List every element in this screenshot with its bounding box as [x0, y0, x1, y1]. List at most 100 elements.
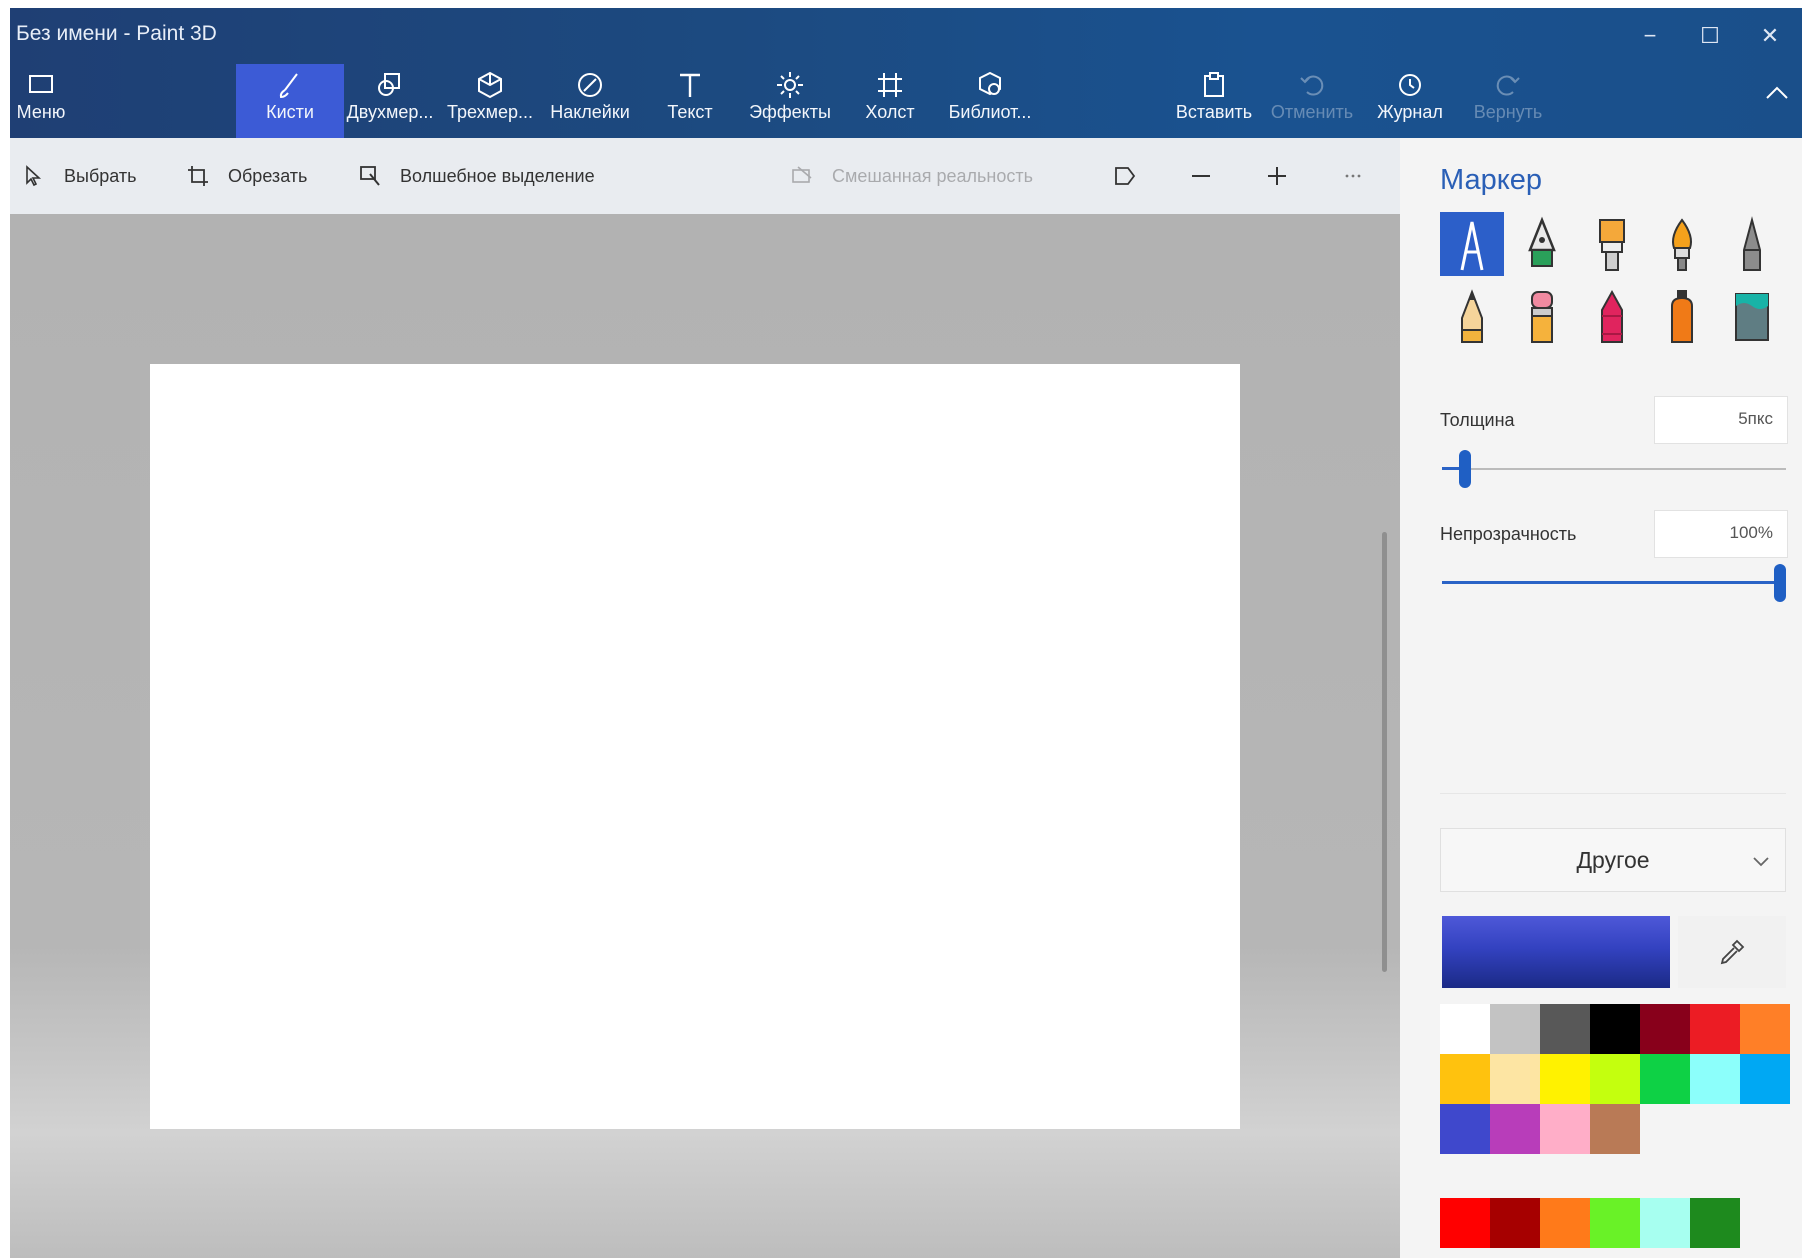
ribbon: Без имени - Paint 3D − ☐ ✕ Меню Кисти Дв…	[10, 8, 1802, 138]
brush-watercolor[interactable]	[1650, 212, 1714, 276]
mixed-reality-icon	[792, 166, 812, 183]
brush-marker[interactable]	[1440, 212, 1504, 276]
color-swatch[interactable]	[1590, 1198, 1640, 1248]
magic-select-button[interactable]: Волшебное выделение	[358, 138, 595, 214]
panel-divider	[1440, 793, 1786, 794]
brush-oil[interactable]	[1580, 212, 1644, 276]
color-swatch[interactable]	[1690, 1198, 1740, 1248]
collapse-ribbon-button[interactable]	[1752, 64, 1802, 138]
brush-crayon[interactable]	[1580, 284, 1644, 348]
mixed-reality-label: Смешанная реальность	[832, 165, 1033, 186]
brush-pencil[interactable]	[1440, 284, 1504, 348]
thickness-input[interactable]: 5пкс	[1654, 396, 1788, 444]
color-swatch[interactable]	[1440, 1198, 1490, 1248]
color-swatch[interactable]	[1640, 1198, 1690, 1248]
opacity-slider-thumb[interactable]	[1774, 564, 1786, 602]
color-swatch[interactable]	[1490, 1054, 1540, 1104]
watercolor-icon	[1672, 218, 1692, 271]
undo-button[interactable]: Отменить	[1258, 64, 1366, 138]
fill-bucket-icon	[1735, 293, 1769, 341]
redo-icon	[1496, 75, 1520, 96]
eyedropper-button[interactable]	[1678, 916, 1786, 988]
color-swatch[interactable]	[1540, 1198, 1590, 1248]
chevron-up-icon	[1766, 86, 1788, 99]
spray-can-icon	[1671, 290, 1693, 343]
color-swatch[interactable]	[1690, 1004, 1740, 1054]
color-swatch[interactable]	[1540, 1004, 1590, 1054]
brush-spray-can[interactable]	[1650, 284, 1714, 348]
color-swatch[interactable]	[1490, 1004, 1540, 1054]
crop-label: Обрезать	[228, 165, 308, 186]
current-color-swatch[interactable]	[1442, 916, 1670, 988]
marker-icon	[1460, 221, 1484, 271]
maximize-button[interactable]: ☐	[1680, 18, 1740, 54]
effects-icon	[777, 72, 803, 98]
history-icon	[1399, 74, 1421, 96]
color-palette	[1440, 1004, 1790, 1154]
color-swatch[interactable]	[1640, 1004, 1690, 1054]
color-swatch[interactable]	[1590, 1054, 1640, 1104]
tab-brushes-label: Кисти	[266, 102, 314, 122]
opacity-input[interactable]: 100%	[1654, 510, 1788, 558]
library-icon	[979, 71, 1001, 96]
color-swatch[interactable]	[1590, 1104, 1640, 1154]
text-icon	[680, 73, 700, 97]
zoom-out-button[interactable]	[1176, 138, 1226, 214]
paste-label: Вставить	[1175, 102, 1253, 122]
tab-stickers-label: Наклейки	[550, 102, 630, 122]
minimize-button[interactable]: −	[1620, 18, 1680, 54]
color-swatch[interactable]	[1490, 1198, 1540, 1248]
tab-effects[interactable]: Эффекты	[736, 64, 844, 138]
color-swatch[interactable]	[1440, 1004, 1490, 1054]
brush-fill-bucket[interactable]	[1720, 284, 1784, 348]
color-mode-value: Другое	[1576, 846, 1650, 873]
select-button[interactable]: Выбрать	[22, 138, 137, 214]
tab-2d-shapes-label: Двухмер...	[346, 102, 434, 122]
brush-pixel-pen[interactable]	[1720, 212, 1784, 276]
color-swatch[interactable]	[1440, 1054, 1490, 1104]
zoom-in-button[interactable]	[1252, 138, 1302, 214]
crayon-icon	[1601, 289, 1623, 343]
undo-icon	[1300, 75, 1324, 96]
color-swatch[interactable]	[1540, 1104, 1590, 1154]
color-swatch[interactable]	[1590, 1004, 1640, 1054]
tab-2d-shapes[interactable]: Двухмер...	[336, 64, 444, 138]
window-title: Без имени - Paint 3D	[16, 22, 217, 45]
close-button[interactable]: ✕	[1740, 18, 1800, 54]
color-swatch[interactable]	[1740, 1004, 1790, 1054]
color-swatch[interactable]	[1640, 1054, 1690, 1104]
shapes-2d-icon	[378, 73, 400, 96]
vertical-scrollbar[interactable]	[1382, 532, 1387, 972]
color-swatch[interactable]	[1440, 1104, 1490, 1154]
menu-button[interactable]: Меню	[10, 64, 86, 138]
more-options-button[interactable]	[1328, 138, 1378, 214]
chevron-down-icon	[1753, 857, 1769, 867]
tab-brushes[interactable]: Кисти	[236, 64, 344, 138]
brush-eraser[interactable]	[1510, 284, 1574, 348]
brush-calligraphy-pen[interactable]	[1510, 212, 1574, 276]
color-swatch[interactable]	[1540, 1054, 1590, 1104]
color-swatch[interactable]	[1740, 1054, 1790, 1104]
tab-library[interactable]: Библиот...	[936, 64, 1044, 138]
view-3d-button[interactable]	[1100, 138, 1150, 214]
paste-button[interactable]: Вставить	[1160, 64, 1268, 138]
redo-button[interactable]: Вернуть	[1454, 64, 1562, 138]
tab-stickers[interactable]: Наклейки	[536, 64, 644, 138]
tab-canvas[interactable]: Холст	[836, 64, 944, 138]
color-swatch[interactable]	[1490, 1104, 1540, 1154]
crop-button[interactable]: Обрезать	[186, 138, 307, 214]
tab-text[interactable]: Текст	[636, 64, 744, 138]
tab-effects-label: Эффекты	[749, 102, 831, 122]
custom-colors	[1440, 1198, 1788, 1248]
tab-3d-shapes[interactable]: Трехмер...	[436, 64, 544, 138]
magic-select-label: Волшебное выделение	[400, 165, 595, 186]
mixed-reality-button[interactable]: Смешанная реальность	[790, 138, 1033, 214]
brush-icon	[279, 73, 298, 99]
history-button[interactable]: Журнал	[1356, 64, 1464, 138]
thickness-slider-track[interactable]	[1442, 468, 1786, 470]
drawing-canvas[interactable]	[150, 364, 1240, 1129]
color-swatch[interactable]	[1690, 1054, 1740, 1104]
tab-text-label: Текст	[667, 102, 713, 122]
thickness-slider-thumb[interactable]	[1458, 450, 1471, 488]
color-mode-dropdown[interactable]: Другое	[1440, 828, 1786, 892]
